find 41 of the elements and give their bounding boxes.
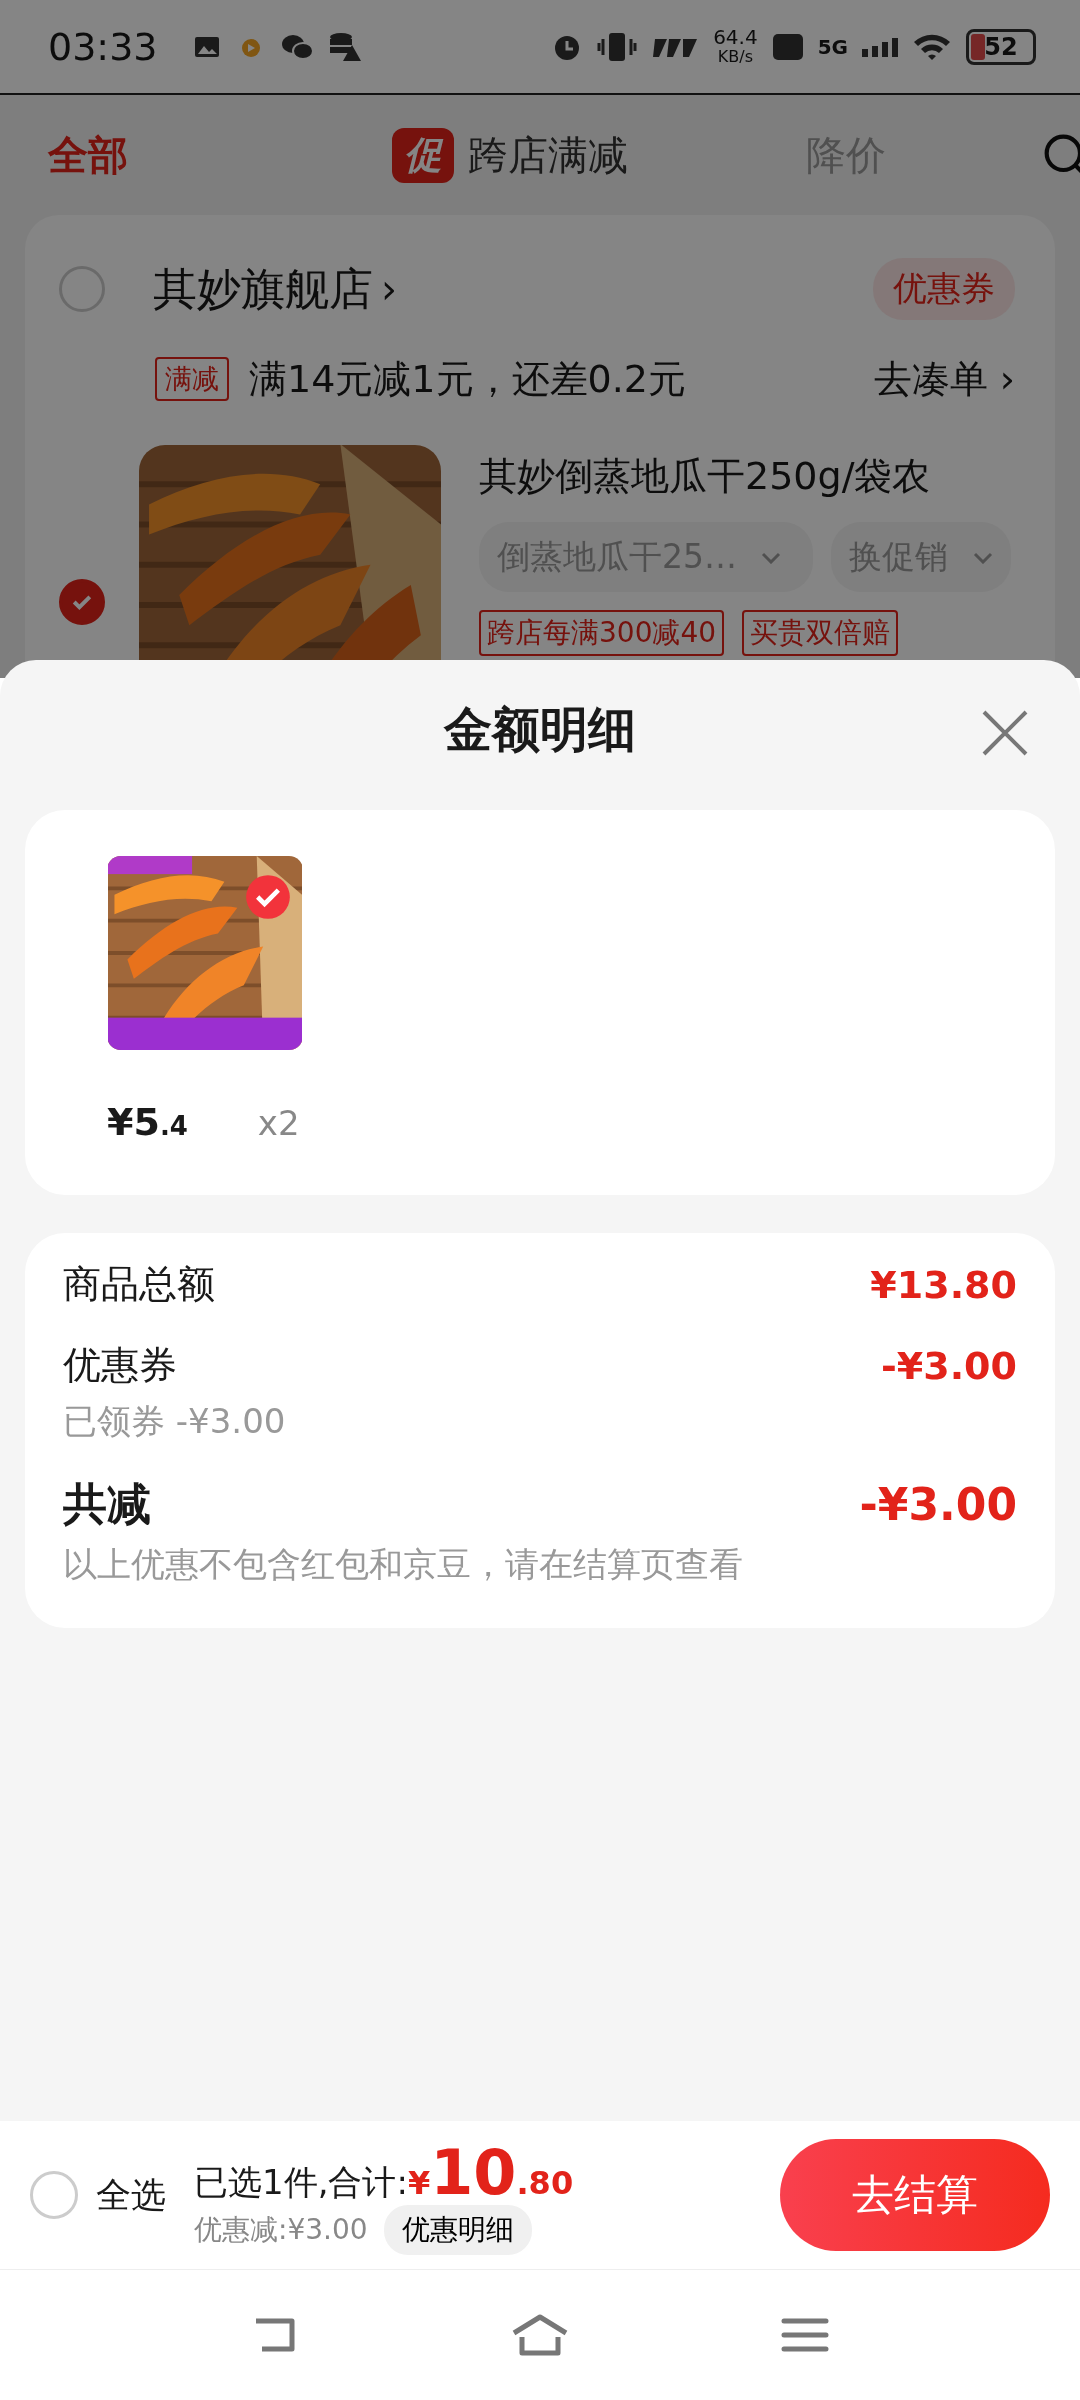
select-all-checkbox[interactable]	[30, 2171, 78, 2219]
product-tag: 跨店每满300减40	[479, 610, 725, 656]
filter-tab[interactable]: 全部	[48, 127, 128, 183]
store-chevron[interactable]: ›	[381, 266, 397, 312]
selection-summary: 已选1件,合计:	[194, 2160, 408, 2204]
close-icon[interactable]	[980, 708, 1030, 758]
promo-tag: 满减	[155, 357, 229, 401]
item-price: ¥5.4	[107, 1100, 188, 1144]
promo-text: 满14元减1元，还差0.2元	[249, 355, 686, 403]
product-tag: 买贵双倍赔	[742, 610, 899, 656]
add-items-link[interactable]: 去凑单 ›	[873, 353, 1015, 405]
network-speed-unit: KB/s	[717, 46, 753, 67]
breakdown-amount: ¥13.80	[870, 1262, 1017, 1307]
chevron-down-icon	[972, 552, 993, 564]
vibrate-icon	[597, 30, 638, 63]
breakdown-label: 优惠券	[63, 1342, 177, 1389]
breakdown-note: 已领券 -¥3.00	[63, 1400, 287, 1443]
breakdown-label: 共减	[63, 1477, 151, 1531]
select-all-label[interactable]: 全选	[96, 2171, 166, 2219]
filter-tab[interactable]: 促 跨店满减	[392, 127, 628, 183]
network-type: 5G	[817, 34, 848, 59]
discount-amount: 优惠减:¥3.00	[194, 2211, 368, 2248]
home-icon[interactable]	[510, 2313, 570, 2357]
coupon-button[interactable]: 优惠券	[873, 258, 1015, 320]
battery-icon: 52	[966, 28, 1036, 65]
sheet-title: 金额明细	[444, 700, 636, 759]
checkout-button[interactable]: 去结算	[780, 2139, 1050, 2251]
discount-detail-button[interactable]: 优惠明细	[383, 2204, 532, 2255]
signal-icon	[862, 36, 898, 57]
breakdown-note: 以上优惠不包含红包和京豆，请在结算页查看	[63, 1543, 744, 1586]
breakdown-amount: -¥3.00	[881, 1343, 1017, 1388]
store-name[interactable]: 其妙旗舰店	[153, 259, 373, 319]
store-checkbox[interactable]	[59, 266, 105, 312]
breakdown-label: 商品总额	[63, 1261, 215, 1308]
product-checkbox[interactable]	[59, 579, 105, 625]
item-quantity: x2	[257, 1103, 300, 1143]
chevron-down-icon	[761, 552, 782, 564]
product-title[interactable]: 其妙倒蒸地瓜干250g/袋农	[479, 451, 1015, 502]
status-time: 03:33	[48, 24, 158, 69]
breakdown-amount: -¥3.00	[859, 1479, 1017, 1530]
network-speed: 64.4	[713, 26, 758, 47]
